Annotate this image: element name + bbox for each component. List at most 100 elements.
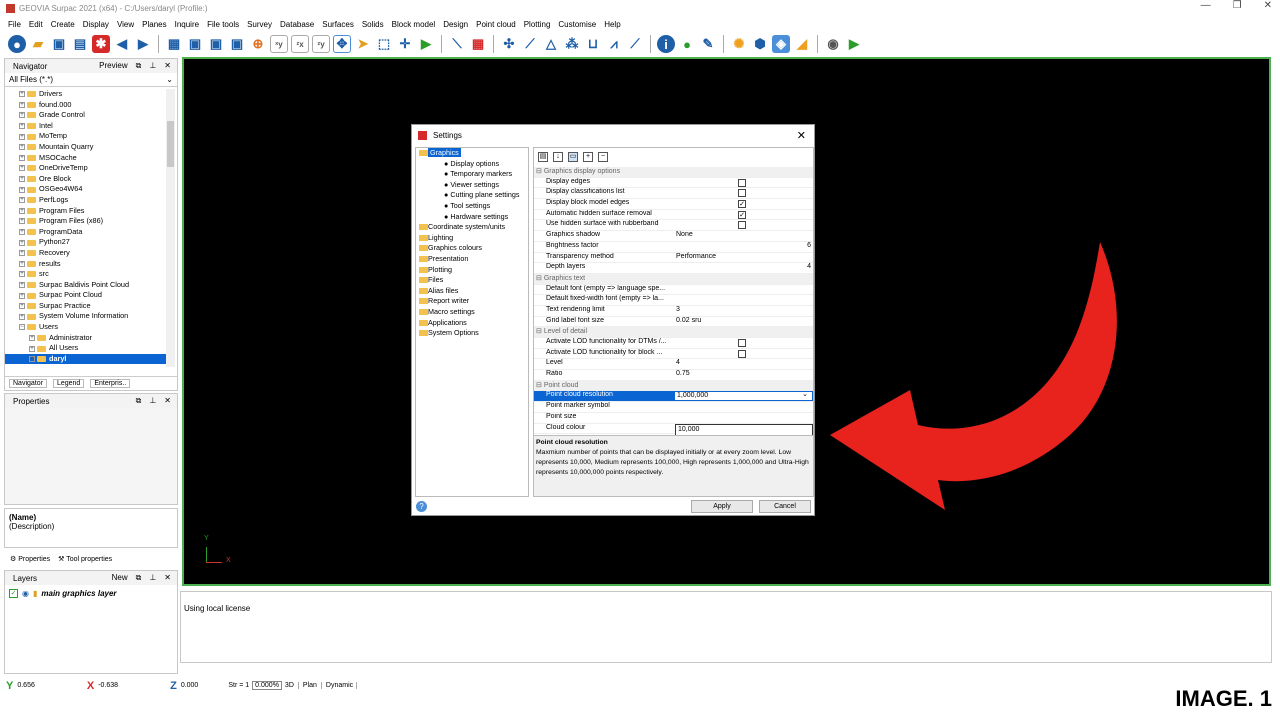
light-icon[interactable]: ✺ xyxy=(730,35,748,53)
view-zx-icon[interactable]: ᶻx xyxy=(291,35,309,53)
property-value[interactable]: ✓ xyxy=(674,210,813,220)
menu-item-inquire[interactable]: Inquire xyxy=(175,20,199,29)
expand-icon[interactable]: + xyxy=(19,207,25,214)
menu-item-surfaces[interactable]: Surfaces xyxy=(322,20,354,29)
print-icon[interactable]: ▤ xyxy=(71,35,89,53)
property-row[interactable]: Point marker symbol xyxy=(534,402,813,413)
property-row[interactable]: Point cloud resolution 1,000,000 ⌄ xyxy=(534,391,813,403)
expand-all-icon[interactable]: + xyxy=(583,151,593,162)
settings-tree-item[interactable]: Lighting xyxy=(416,233,528,244)
property-category[interactable]: ⊟ Level of detail xyxy=(534,327,813,338)
settings-tree-item[interactable]: Graphics xyxy=(416,148,528,159)
expand-icon[interactable]: + xyxy=(19,303,25,310)
rotate-icon[interactable]: ✥ xyxy=(333,35,351,53)
mode-plan[interactable]: Plan xyxy=(297,682,317,689)
property-value[interactable]: 3 xyxy=(674,306,813,316)
float-icon[interactable]: ⧉ xyxy=(136,61,142,71)
tab-legend[interactable]: Legend xyxy=(52,379,85,388)
save-icon[interactable]: ▣ xyxy=(50,35,68,53)
string-icon[interactable]: ⊔ xyxy=(584,35,602,53)
tree-item[interactable]: − Users xyxy=(5,322,169,333)
tree-item[interactable]: + All Users xyxy=(5,343,169,354)
tree-item[interactable]: + Grade Control xyxy=(5,110,169,121)
menu-item-solids[interactable]: Solids xyxy=(362,20,384,29)
property-value[interactable]: 1,000,000 ⌄ xyxy=(674,391,813,402)
expand-icon[interactable]: + xyxy=(19,229,25,236)
property-value[interactable] xyxy=(674,295,813,305)
menu-item-point-cloud[interactable]: Point cloud xyxy=(476,20,516,29)
expand-icon[interactable]: + xyxy=(19,271,25,278)
float-icon[interactable]: ⧉ xyxy=(136,573,142,583)
property-value[interactable]: None xyxy=(674,231,813,241)
settings-tree-item[interactable]: Alias files xyxy=(416,286,528,297)
settings-tree-item[interactable]: Coordinate system/units xyxy=(416,222,528,233)
property-value[interactable]: Performance xyxy=(674,253,813,263)
property-row[interactable]: Brightness factor 6 xyxy=(534,242,813,253)
expand-icon[interactable]: + xyxy=(19,123,25,130)
expand-icon[interactable]: + xyxy=(19,218,25,225)
tree-item[interactable]: + Surpac Baldivis Point Cloud xyxy=(5,280,169,291)
new-layer-button[interactable]: New xyxy=(112,573,128,583)
property-value[interactable]: 0.75 xyxy=(674,370,813,380)
property-value[interactable] xyxy=(674,349,813,359)
tree-item[interactable]: + Program Files xyxy=(5,206,169,217)
menu-item-survey[interactable]: Survey xyxy=(247,20,272,29)
menu-item-database[interactable]: Database xyxy=(280,20,314,29)
menu-item-design[interactable]: Design xyxy=(443,20,468,29)
property-value[interactable] xyxy=(674,188,813,198)
block-model-icon[interactable]: ◈ xyxy=(772,35,790,53)
settings-tree-item[interactable]: ● Cutting plane settings xyxy=(416,190,528,201)
property-value[interactable] xyxy=(674,220,813,230)
expand-icon[interactable]: + xyxy=(19,101,25,108)
zoom-percent[interactable]: 0.000% xyxy=(252,681,282,690)
property-checkbox[interactable]: ✓ xyxy=(738,210,746,219)
line-icon[interactable]: ⟋ xyxy=(521,35,539,53)
sort-alpha-icon[interactable]: ↓ xyxy=(553,151,563,162)
property-value[interactable]: 4 xyxy=(674,263,813,273)
pointer-icon[interactable]: ➤ xyxy=(354,35,372,53)
expand-icon[interactable]: + xyxy=(29,345,35,352)
tree-item[interactable]: + System Volume Information xyxy=(5,311,169,322)
run-macro-icon[interactable]: ▶ xyxy=(845,35,863,53)
tree-item[interactable]: + found.000 xyxy=(5,100,169,111)
tree-item[interactable]: + PerfLogs xyxy=(5,195,169,206)
tree-scrollbar[interactable] xyxy=(166,89,175,367)
tree-item[interactable]: + Mountain Quarry xyxy=(5,142,169,153)
play-icon[interactable]: ▶ xyxy=(417,35,435,53)
property-value[interactable]: ✓ xyxy=(674,199,813,209)
close-icon[interactable]: ✕ xyxy=(164,61,171,71)
property-checkbox[interactable] xyxy=(738,339,746,347)
measure-icon[interactable]: ⟍ xyxy=(448,35,466,53)
menu-item-view[interactable]: View xyxy=(117,20,134,29)
property-value[interactable]: 6 xyxy=(674,242,813,252)
property-value[interactable] xyxy=(674,402,813,412)
expand-icon[interactable]: + xyxy=(19,91,25,98)
menu-item-help[interactable]: Help xyxy=(604,20,620,29)
property-row[interactable]: Default font (empty => language spe... xyxy=(534,285,813,296)
target-icon[interactable]: ⊕ xyxy=(249,35,267,53)
settings-tree-item[interactable]: ● Hardware settings xyxy=(416,212,528,223)
tree-item[interactable]: + OSGeo4W64 xyxy=(5,184,169,195)
categorized-icon[interactable]: ▤ xyxy=(538,151,548,162)
expand-icon[interactable]: + xyxy=(19,112,25,119)
property-row[interactable]: Text rendering limit 3 xyxy=(534,306,813,317)
tab-navigator[interactable]: Navigator xyxy=(9,379,47,388)
file-filter-select[interactable]: All Files (*.*) ⌄ xyxy=(5,73,177,87)
collapse-icon[interactable]: ⊟ xyxy=(536,168,544,175)
expand-icon[interactable]: + xyxy=(19,186,25,193)
redo-icon[interactable]: ▶ xyxy=(134,35,152,53)
zoom-window-icon[interactable]: ▣ xyxy=(228,35,246,53)
expand-icon[interactable]: + xyxy=(29,356,35,363)
expand-icon[interactable]: + xyxy=(19,133,25,140)
reset-icon[interactable]: ✱ xyxy=(92,35,110,53)
property-row[interactable]: Use hidden surface with rubberband xyxy=(534,220,813,232)
help-icon[interactable]: ? xyxy=(416,501,427,512)
globe-icon[interactable]: ● xyxy=(8,35,26,53)
property-value[interactable]: 0.02 sru xyxy=(674,317,813,327)
tab-tool-properties[interactable]: ⚒ Tool properties xyxy=(58,555,112,563)
open-folder-icon[interactable]: ▰ xyxy=(29,35,47,53)
apply-button[interactable]: Apply xyxy=(691,500,753,513)
expand-icon[interactable]: + xyxy=(19,154,25,161)
tree-item[interactable]: + Drivers xyxy=(5,89,169,100)
collapse-icon[interactable]: ⊟ xyxy=(536,275,544,282)
